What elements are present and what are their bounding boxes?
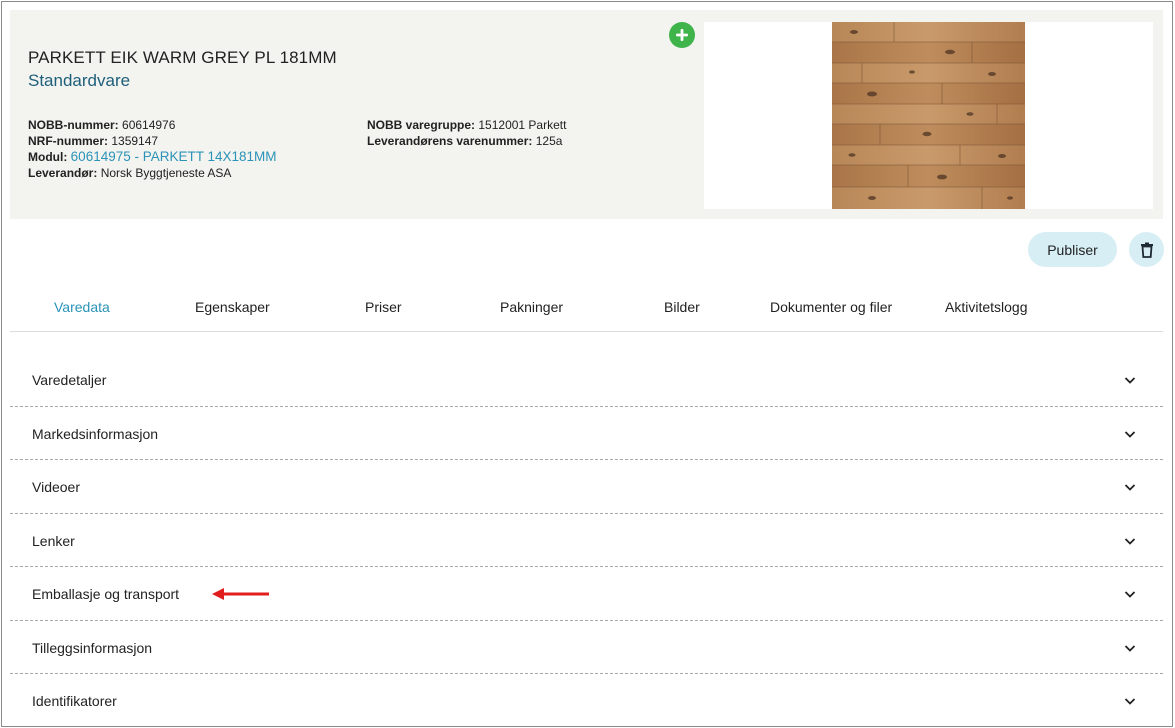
supplier-item-number-label: Leverandørens varenummer: bbox=[367, 134, 533, 148]
tab-dokumenter-og-filer[interactable]: Dokumenter og filer bbox=[770, 299, 892, 315]
chevron-down-icon bbox=[1124, 484, 1136, 491]
product-meta-right: NOBB varegruppe: 1512001 Parkett Leveran… bbox=[367, 117, 566, 149]
nobb-number-row: NOBB-nummer: 60614976 bbox=[28, 117, 277, 133]
section-emballasje-og-transport[interactable]: Emballasje og transport bbox=[10, 567, 1163, 621]
section-tilleggsinformasjon[interactable]: Tilleggsinformasjon bbox=[10, 621, 1163, 674]
publish-button[interactable]: Publiser bbox=[1028, 232, 1117, 267]
nrf-number-row: NRF-nummer: 1359147 bbox=[28, 133, 277, 149]
product-group-row: NOBB varegruppe: 1512001 Parkett bbox=[367, 117, 566, 133]
product-image-container bbox=[704, 22, 1153, 209]
supplier-item-number-row: Leverandørens varenummer: 125a bbox=[367, 133, 566, 149]
nobb-number-label: NOBB-nummer: bbox=[28, 118, 119, 132]
tab-aktivitetslogg[interactable]: Aktivitetslogg bbox=[945, 299, 1027, 315]
section-label: Identifikatorer bbox=[32, 693, 117, 709]
nrf-number-value: 1359147 bbox=[111, 134, 159, 148]
plus-icon bbox=[676, 29, 688, 41]
section-label: Tilleggsinformasjon bbox=[32, 639, 153, 656]
supplier-label: Leverandør: bbox=[28, 166, 98, 180]
product-group-label: NOBB varegruppe: bbox=[367, 118, 476, 132]
chevron-down-icon bbox=[1124, 377, 1136, 384]
nrf-number-label: NRF-nummer: bbox=[28, 134, 108, 148]
section-accordion: Varedetaljer Markedsinformasjon Videoer … bbox=[10, 353, 1163, 728]
product-status: Standardvare bbox=[28, 71, 131, 90]
product-title: PARKETT EIK WARM GREY PL 181MM bbox=[28, 48, 337, 67]
product-header: PARKETT EIK WARM GREY PL 181MM Standardv… bbox=[10, 10, 1163, 219]
product-image[interactable] bbox=[832, 22, 1025, 209]
section-label: Videoer bbox=[32, 479, 81, 495]
section-varedetaljer[interactable]: Varedetaljer bbox=[10, 353, 1163, 407]
chevron-down-icon bbox=[1124, 430, 1136, 438]
tab-bar: Varedata Egenskaper Priser Pakninger Bil… bbox=[10, 290, 1163, 332]
tab-pakninger[interactable]: Pakninger bbox=[500, 299, 563, 315]
supplier-value: Norsk Byggtjeneste ASA bbox=[100, 166, 232, 180]
section-identifikatorer[interactable]: Identifikatorer bbox=[10, 674, 1163, 728]
chevron-down-icon bbox=[1124, 591, 1136, 598]
section-label: Lenker bbox=[32, 532, 75, 549]
product-meta-left: NOBB-nummer: 60614976 NRF-nummer: 135914… bbox=[28, 117, 277, 181]
tab-egenskaper[interactable]: Egenskaper bbox=[195, 299, 270, 315]
modul-link[interactable]: 60614975 - PARKETT 14X181MM bbox=[71, 149, 277, 164]
modul-label: Modul: bbox=[28, 150, 68, 164]
section-label: Emballasje og transport bbox=[32, 586, 180, 602]
section-markedsinformasjon[interactable]: Markedsinformasjon bbox=[10, 407, 1163, 460]
section-label: Markedsinformasjon bbox=[32, 425, 159, 442]
section-videoer[interactable]: Videoer bbox=[10, 460, 1163, 514]
supplier-item-number-value: 125a bbox=[535, 134, 563, 148]
annotation-arrow-icon bbox=[212, 588, 269, 600]
chevron-down-icon bbox=[1124, 537, 1136, 545]
trash-icon bbox=[1140, 242, 1153, 258]
nobb-number-value: 60614976 bbox=[122, 118, 176, 132]
chevron-down-icon bbox=[1124, 644, 1136, 652]
add-image-button[interactable] bbox=[669, 22, 695, 48]
section-lenker[interactable]: Lenker bbox=[10, 514, 1163, 567]
tab-priser[interactable]: Priser bbox=[365, 299, 402, 315]
delete-button[interactable] bbox=[1129, 232, 1164, 267]
modul-row: Modul: 60614975 - PARKETT 14X181MM bbox=[28, 149, 277, 165]
supplier-row: Leverandør: Norsk Byggtjeneste ASA bbox=[28, 165, 277, 181]
chevron-down-icon bbox=[1124, 698, 1136, 705]
product-group-value: 1512001 Parkett bbox=[478, 118, 567, 132]
tab-bilder[interactable]: Bilder bbox=[664, 299, 700, 315]
tab-varedata[interactable]: Varedata bbox=[54, 299, 110, 315]
section-label: Varedetaljer bbox=[32, 372, 107, 388]
